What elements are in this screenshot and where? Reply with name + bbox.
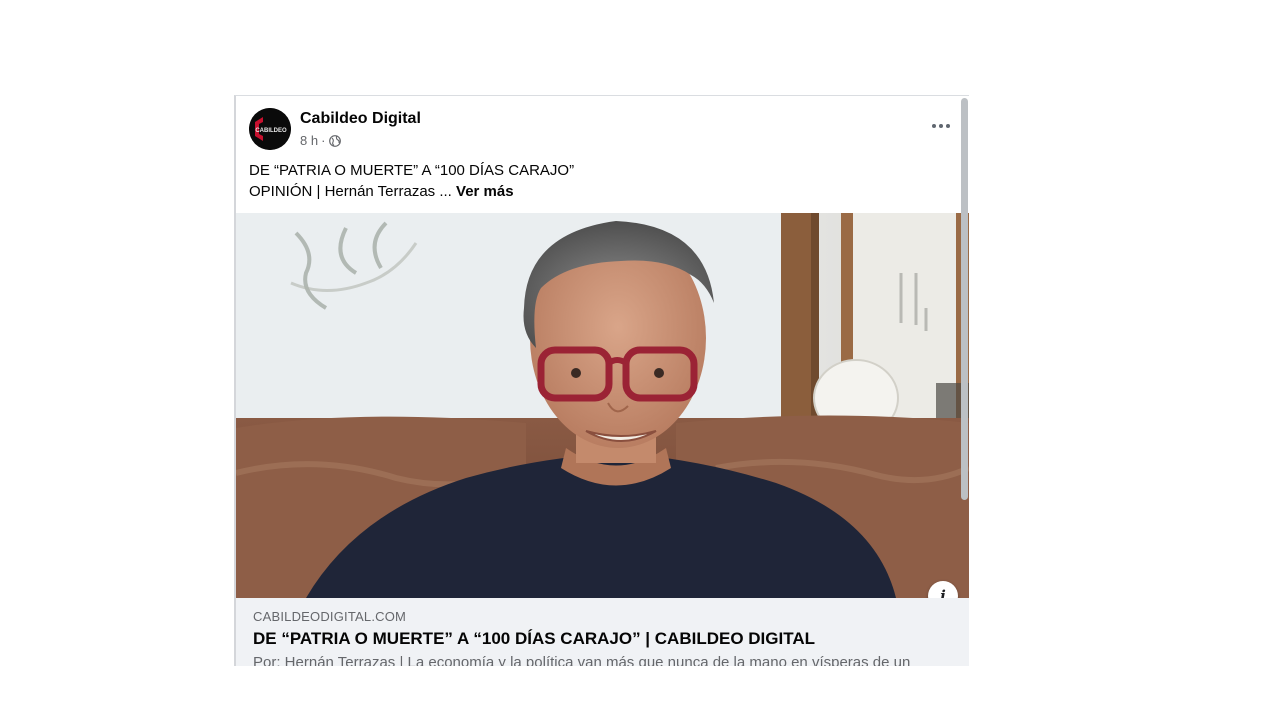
- see-more-link[interactable]: Ver más: [456, 183, 514, 200]
- post-text-preview: OPINIÓN | Hernán Terrazas ...: [249, 183, 457, 200]
- post-text-line-2: OPINIÓN | Hernán Terrazas ... Ver más: [249, 181, 949, 202]
- more-horizontal-icon: [932, 124, 936, 128]
- scrollbar[interactable]: [960, 96, 969, 598]
- more-dot: [946, 124, 950, 128]
- more-options-button[interactable]: [927, 116, 955, 136]
- link-title[interactable]: DE “PATRIA O MUERTE” A “100 DÍAS CARAJO”…: [253, 629, 815, 649]
- page-avatar[interactable]: CABILDEO: [249, 108, 291, 150]
- link-description: Por: Hernán Terrazas | La economía y la …: [253, 654, 911, 666]
- post-message: DE “PATRIA O MUERTE” A “100 DÍAS CARAJO”…: [249, 160, 949, 202]
- post-meta: 8 h ·: [300, 133, 342, 148]
- page-name-link[interactable]: Cabildeo Digital: [300, 110, 421, 128]
- cabildeo-logo: CABILDEO: [249, 108, 291, 150]
- globe-icon[interactable]: [329, 134, 342, 147]
- post-timestamp[interactable]: 8 h: [300, 133, 318, 148]
- meta-separator: ·: [321, 133, 326, 148]
- link-preview-card[interactable]: CABILDEODIGITAL.COM DE “PATRIA O MUERTE”…: [236, 598, 969, 666]
- facebook-post: CABILDEO Cabildeo Digital 8 h · DE “PATR…: [234, 95, 969, 666]
- scrollbar-thumb[interactable]: [961, 98, 968, 500]
- post-image[interactable]: [236, 213, 969, 598]
- more-dot: [939, 124, 943, 128]
- portrait-photo: [236, 213, 969, 598]
- link-domain: CABILDEODIGITAL.COM: [253, 609, 407, 624]
- post-text-line-1: DE “PATRIA O MUERTE” A “100 DÍAS CARAJO”: [249, 162, 575, 179]
- post-header: CABILDEO Cabildeo Digital 8 h ·: [236, 96, 969, 156]
- logo-text: CABILDEO: [255, 128, 287, 134]
